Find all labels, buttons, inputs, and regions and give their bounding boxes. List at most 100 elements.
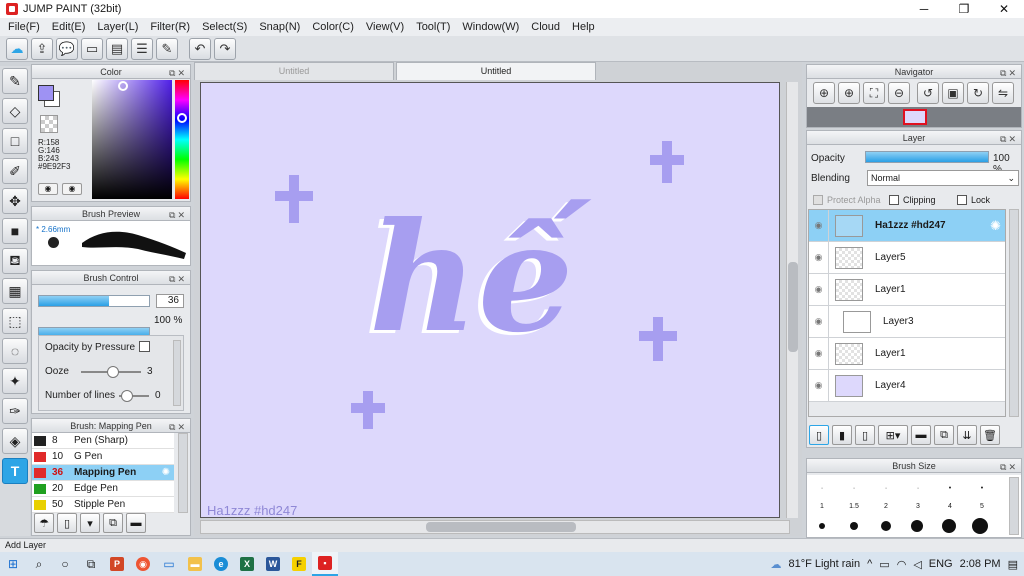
monitor-icon[interactable]: ▭ [156,552,182,576]
brush-cloud-icon[interactable]: ☂ [34,513,54,533]
layer-folder-icon[interactable]: ▬ [911,425,931,445]
blending-select[interactable]: Normal ⌄ [867,170,1019,186]
flip-icon[interactable]: ⇋ [992,82,1014,104]
menu-view[interactable]: View(V) [360,21,410,33]
lock-option[interactable]: Lock [957,195,990,205]
jump-paint-taskbar-icon[interactable]: ▪ [312,552,338,576]
brush-tool-icon[interactable]: ✎ [2,68,28,94]
message-icon[interactable]: ▭ [81,37,103,60]
visibility-icon[interactable]: ◉ [809,209,829,242]
visibility-icon[interactable]: ◉ [809,337,829,370]
brush-item-g-pen[interactable]: 10 G Pen [32,449,174,465]
word-icon[interactable]: W [260,552,286,576]
new-brush-icon[interactable]: ▯ [57,513,77,533]
menu-edit[interactable]: Edit(E) [46,21,92,33]
list-icon[interactable]: ☰ [131,37,153,60]
app-f-icon[interactable]: F [286,552,312,576]
opacity-by-pressure-checkbox[interactable] [139,341,150,352]
gear-icon[interactable]: ✺ [990,218,1001,234]
lasso-tool-icon[interactable]: ◌ [2,338,28,364]
panel-window-buttons[interactable]: ⧉✕ [1000,460,1018,474]
copy-brush-icon[interactable]: ⧉ [103,513,123,533]
text-tool-icon[interactable]: T [2,458,28,484]
fill-rect-tool-icon[interactable]: ■ [2,218,28,244]
share-icon[interactable]: ⇪ [31,37,53,60]
layer-opacity-slider[interactable] [865,151,989,163]
zoom-out-icon[interactable]: ⊖ [888,82,910,104]
sv-marker[interactable] [118,81,128,91]
hue-slider[interactable] [175,80,189,199]
zoom-icon[interactable]: ⊕ [813,82,835,104]
reset-view-icon[interactable]: ▣ [942,82,964,104]
layer-row[interactable]: ◉ Layer5 [809,241,1005,274]
add-8bit-layer-icon[interactable]: ▮ [832,425,852,445]
brush-list-scrollbar[interactable] [178,433,188,513]
menu-cloud[interactable]: Cloud [525,21,566,33]
brush-folder-icon[interactable]: ▬ [126,513,146,533]
visibility-icon[interactable]: ◉ [809,241,829,274]
protect-alpha-option[interactable]: Protect Alpha [813,195,881,205]
size-dot[interactable] [881,521,891,531]
search-icon[interactable]: ⌕ [26,552,52,576]
app-red-icon[interactable]: ◉ [130,552,156,576]
fit-icon[interactable]: ⛶ [863,82,885,104]
menu-filter[interactable]: Filter(R) [144,21,196,33]
add-layer-icon[interactable]: ▯ [809,425,829,445]
menu-color[interactable]: Color(C) [306,21,360,33]
hue-marker[interactable] [177,113,187,123]
add-1bit-layer-icon[interactable]: ▯ [855,425,875,445]
transparent-color-swatch[interactable] [40,115,58,133]
layer-row[interactable]: ◉ Ha1zzz #hd247 ✺ [809,209,1005,242]
tab-untitled-2[interactable]: Untitled [396,62,596,80]
size-dot[interactable]: · [839,485,869,492]
add-special-layer-icon[interactable]: ⊞▾ [878,425,908,445]
drawing-canvas[interactable]: hế Ha1zzz #hd247 [200,82,780,518]
brush-size-field[interactable]: 36 [156,294,184,308]
canvas-horizontal-scrollbar[interactable] [200,520,790,534]
edge-icon[interactable]: e [208,552,234,576]
size-dot[interactable] [911,520,923,532]
weather-icon[interactable]: ☁ [770,558,781,571]
size-dot[interactable]: · [903,485,933,492]
layer-list-scrollbar[interactable] [1009,209,1019,417]
gear-icon[interactable]: ✺ [162,467,170,478]
color-picker-icon[interactable]: ◉ [38,183,58,195]
brush-menu-icon[interactable]: ▾ [80,513,100,533]
pen-tool-icon[interactable]: ✐ [2,158,28,184]
panel-window-buttons[interactable]: ⧉✕ [169,66,187,80]
saturation-value-picker[interactable] [92,80,172,199]
delete-layer-icon[interactable]: 🗑 [980,425,1000,445]
panel-window-buttons[interactable]: ⧉✕ [169,420,187,434]
redo-icon[interactable]: ↷ [214,37,236,60]
rectangle-tool-icon[interactable]: □ [2,128,28,154]
gradient-tool-icon[interactable]: ▦ [2,278,28,304]
size-dot[interactable]: · [807,485,837,492]
options-scrollbar[interactable] [173,340,181,406]
menu-layer[interactable]: Layer(L) [91,21,144,33]
bucket-tool-icon[interactable]: ⛾ [2,248,28,274]
wifi-icon[interactable]: ◠ [897,558,907,571]
menu-tool[interactable]: Tool(T) [410,21,456,33]
rotate-left-icon[interactable]: ↺ [917,82,939,104]
size-dot[interactable]: • [935,485,965,492]
layer-row[interactable]: ◉ Layer3 [809,305,1005,338]
tab-untitled-1[interactable]: Untitled [194,62,394,80]
panel-window-buttons[interactable]: ⧉✕ [1000,66,1018,80]
visibility-icon[interactable]: ◉ [809,305,829,338]
task-view-icon[interactable]: ⧉ [78,552,104,576]
weather-text[interactable]: 81°F Light rain [788,558,860,570]
panel-window-buttons[interactable]: ⧉✕ [1000,132,1018,146]
maximize-button[interactable]: ❐ [944,0,984,18]
menu-window[interactable]: Window(W) [456,21,525,33]
select-eraser-tool-icon[interactable]: ◈ [2,428,28,454]
excel-icon[interactable]: X [234,552,260,576]
size-dot[interactable]: · [871,485,901,492]
lines-slider-knob[interactable] [121,390,133,402]
brush-size-scrollbar[interactable] [1009,477,1019,535]
color-settings-icon[interactable]: ◉ [62,183,82,195]
size-dot[interactable] [850,522,858,530]
select-pen-tool-icon[interactable]: ✑ [2,398,28,424]
protect-alpha-checkbox[interactable] [813,195,823,205]
brush-item-pen-sharp[interactable]: 8 Pen (Sharp) [32,433,174,449]
panel-window-buttons[interactable]: ⧉✕ [169,208,187,222]
